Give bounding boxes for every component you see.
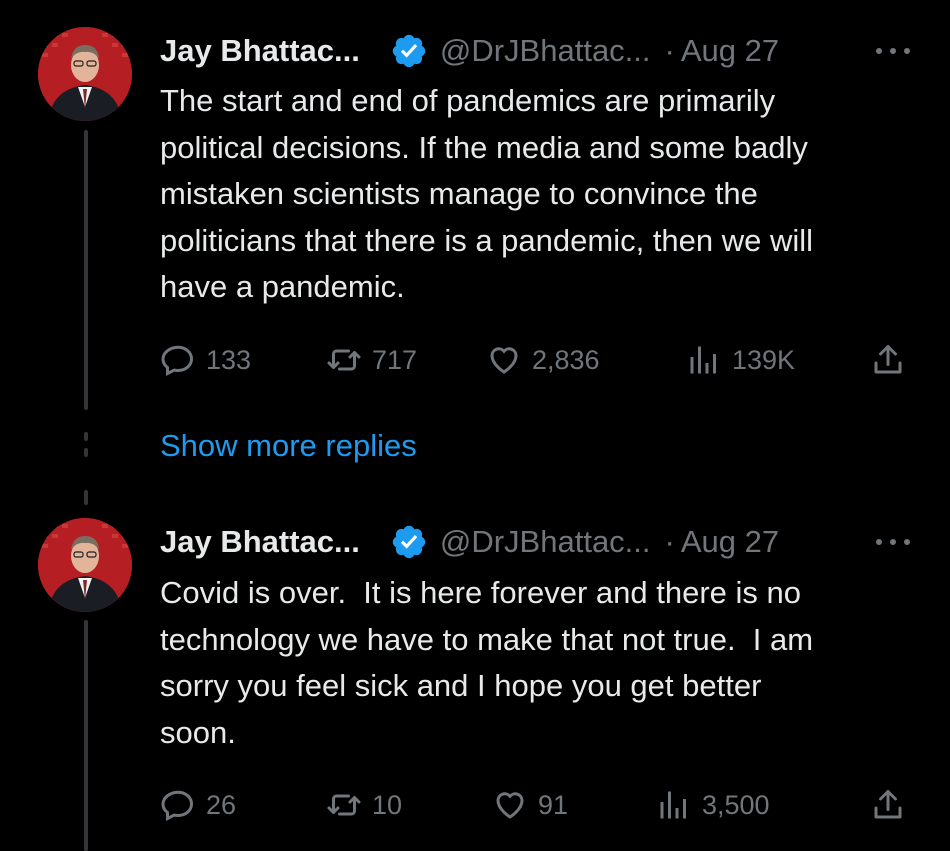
views-bar-chart-icon: [660, 791, 686, 819]
author-handle[interactable]: @DrJBhattac...: [440, 33, 651, 69]
reply-icon: [161, 345, 194, 376]
view-count: 139K: [732, 344, 796, 375]
retweet-icon: [327, 794, 361, 816]
share-button[interactable]: [870, 785, 916, 825]
tweet-actions: 133 717 2,836 139K: [160, 340, 910, 380]
avatar[interactable]: [38, 518, 132, 612]
reply-icon: [161, 790, 194, 821]
more-options-icon[interactable]: [876, 522, 910, 562]
tweet[interactable]: Jay Bhattac... @DrJBhattac... · Aug 27 T…: [0, 0, 950, 420]
share-button[interactable]: [870, 340, 916, 380]
tweet-date[interactable]: Aug 27: [681, 524, 779, 560]
author-handle[interactable]: @DrJBhattac...: [440, 524, 651, 560]
views-button[interactable]: 139K: [686, 340, 795, 380]
like-heart-icon: [496, 792, 524, 819]
tweet[interactable]: Jay Bhattac... @DrJBhattac... · Aug 27 C…: [0, 500, 950, 851]
like-button[interactable]: 2,836: [486, 340, 600, 380]
retweet-button[interactable]: 10: [326, 785, 402, 825]
reply-button[interactable]: 26: [160, 785, 236, 825]
tweet-date[interactable]: Aug 27: [681, 33, 779, 69]
author-name[interactable]: Jay Bhattac...: [160, 33, 360, 69]
retweet-count: 717: [372, 344, 418, 375]
share-icon: [874, 345, 902, 374]
like-button[interactable]: 91: [492, 785, 568, 825]
show-more-replies-link[interactable]: Show more replies: [160, 428, 417, 464]
avatar[interactable]: [38, 27, 132, 121]
separator: ·: [664, 33, 675, 68]
more-options-icon[interactable]: [876, 31, 910, 71]
tweet-header: Jay Bhattac... @DrJBhattac... · Aug 27: [160, 31, 779, 71]
tweet-actions: 26 10 91 3,500: [160, 785, 910, 825]
share-icon: [874, 790, 902, 819]
reply-count: 133: [206, 344, 252, 375]
like-heart-icon: [490, 347, 518, 374]
separator: ·: [664, 524, 675, 559]
views-button[interactable]: 3,500: [656, 785, 770, 825]
view-count: 3,500: [702, 789, 770, 820]
retweet-icon: [327, 349, 361, 371]
tweet-text: Covid is over. It is here forever and th…: [160, 575, 814, 750]
views-bar-chart-icon: [690, 346, 716, 374]
author-name[interactable]: Jay Bhattac...: [160, 524, 360, 560]
reply-button[interactable]: 133: [160, 340, 251, 380]
tweet-header: Jay Bhattac... @DrJBhattac... · Aug 27: [160, 522, 779, 562]
reply-count: 26: [206, 789, 237, 820]
retweet-button[interactable]: 717: [326, 340, 417, 380]
verified-badge-icon: [392, 525, 426, 559]
tweet-text: The start and end of pandemics are prima…: [160, 83, 814, 304]
thread-ellipsis: [84, 432, 88, 464]
retweet-count: 10: [372, 789, 403, 820]
like-count: 2,836: [532, 344, 600, 375]
like-count: 91: [538, 789, 569, 820]
verified-badge-icon: [392, 34, 426, 68]
